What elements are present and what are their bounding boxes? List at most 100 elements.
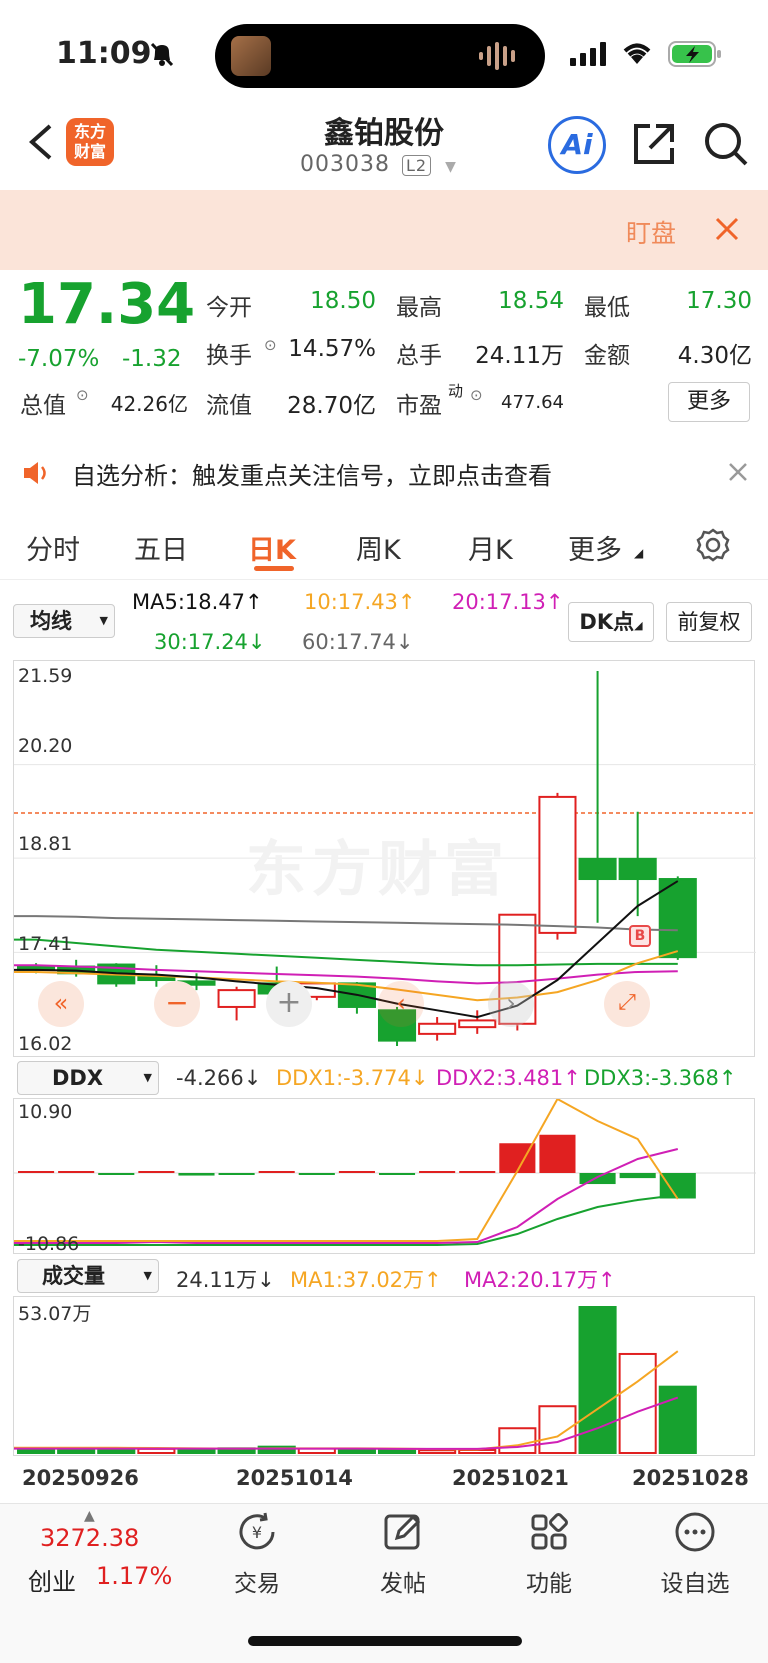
ma20-legend: 20:17.13↑ [452, 590, 564, 614]
volume-indicator-label: 成交量 [42, 1264, 105, 1288]
tab-weekly-k[interactable]: 周K [356, 528, 401, 567]
ma60-line [14, 915, 678, 932]
zoom-out-button[interactable]: − [154, 981, 200, 1027]
volume-bar [538, 1405, 577, 1454]
index-widget[interactable]: ▲ 3272.38 创业 1.17% [24, 1508, 184, 1598]
index-percent: 1.17% [96, 1562, 173, 1590]
level-badge: L2 [401, 154, 432, 176]
volume-axis-top: 53.07万 [18, 1303, 92, 1325]
speaker-icon [22, 460, 52, 490]
nav-trade[interactable]: ¥ 交易 [202, 1510, 312, 1598]
stock-code-text: 003038 [300, 152, 390, 177]
nav-add-watchlist-label: 设自选 [660, 1571, 730, 1597]
info-icon[interactable]: ⊙ [264, 336, 277, 354]
high-value: 18.54 [498, 288, 564, 314]
ddx-indicator-select[interactable]: DDX ▼ [17, 1061, 159, 1095]
tab-intraday[interactable]: 分时 [26, 528, 80, 567]
battery-charging-icon [668, 40, 724, 72]
candle-body [217, 989, 256, 1008]
next-button[interactable]: › [488, 981, 534, 1027]
watch-button[interactable]: 盯盘 [626, 214, 676, 250]
price-axis-label: 17.41 [18, 933, 73, 955]
kline-panel: 东方财富 21.59 20.20 18.81 17.41 16.02 B « −… [13, 660, 756, 1057]
active-tab-indicator [254, 566, 294, 571]
tab-daily-k[interactable]: 日K [248, 528, 296, 567]
volume-indicator-select[interactable]: 成交量 ▼ [17, 1259, 159, 1293]
pe-value: 477.64 [501, 392, 564, 413]
scroll-left-button[interactable]: « [38, 981, 84, 1027]
nav-functions[interactable]: 功能 [494, 1510, 604, 1598]
ma-indicator-select[interactable]: 均线 ▼ [13, 604, 115, 638]
ddx-line [14, 1099, 679, 1242]
tab-more[interactable]: 更多 [568, 528, 622, 567]
prev-button[interactable]: ‹ [378, 981, 424, 1027]
close-icon[interactable] [714, 216, 740, 246]
search-icon[interactable] [702, 120, 750, 172]
fullscreen-button[interactable]: ⤢ [604, 981, 650, 1027]
more-dots-icon [673, 1512, 717, 1558]
nav-functions-label: 功能 [526, 1571, 572, 1597]
notice-text[interactable]: 自选分析：触发重点关注信号，立即点击查看 [72, 456, 552, 491]
open-value: 18.50 [310, 288, 376, 314]
ma5-legend: MA5:18.47↑ [132, 590, 263, 614]
close-icon[interactable] [728, 462, 748, 486]
low-label: 最低 [584, 295, 630, 321]
ddx-bar [539, 1134, 576, 1173]
ddx-bar [58, 1171, 95, 1173]
tab-five-day[interactable]: 五日 [134, 528, 188, 567]
buy-marker[interactable]: B [629, 925, 651, 947]
volume-value: 24.11万 [475, 343, 564, 369]
waveform-icon [477, 40, 521, 76]
notice-bar[interactable]: 自选分析：触发重点关注信号，立即点击查看 [0, 438, 768, 506]
chevron-down-icon: ▼ [143, 1269, 152, 1282]
date-label: 20250926 [22, 1466, 139, 1490]
last-price: 17.34 [18, 272, 196, 337]
ddx-bar [258, 1171, 295, 1173]
ddx-bar [619, 1173, 656, 1179]
home-indicator [248, 1636, 522, 1646]
ddx-axis-bottom: -10.86 [18, 1233, 80, 1255]
ma-indicator-label: 均线 [30, 609, 72, 633]
settings-gear-icon[interactable] [696, 528, 730, 566]
ddx-bar [338, 1171, 375, 1173]
more-button[interactable]: 更多 [668, 382, 750, 422]
adjust-button[interactable]: 前复权 [666, 602, 752, 642]
amount-value: 4.30亿 [677, 343, 752, 369]
volume-bar [458, 1448, 497, 1454]
ddx-line [14, 1148, 679, 1244]
ddx-panel: 10.90 -10.86 [13, 1098, 756, 1255]
price-axis-label: 16.02 [18, 1033, 73, 1055]
volume-panel: 53.07万 [13, 1296, 755, 1456]
index-value: 3272.38 [40, 1524, 140, 1552]
trade-icon: ¥ [235, 1512, 279, 1558]
ddx-bar [419, 1171, 456, 1173]
ma10-legend: 10:17.43↑ [304, 590, 416, 614]
candle-body [418, 1022, 457, 1035]
svg-text:¥: ¥ [252, 1523, 262, 1542]
chevron-down-icon: ▼ [99, 614, 108, 627]
ddx-line [14, 1194, 678, 1246]
price-axis-label: 18.81 [18, 833, 73, 855]
dk-point-button[interactable]: DK点◢ [568, 602, 654, 642]
ddx-value: -4.266↓ [176, 1066, 262, 1090]
pe-label: 市盈 [396, 393, 442, 419]
mcap-label: 总值 [20, 393, 66, 419]
info-icon[interactable]: ⊙ [470, 386, 483, 404]
nav-add-watchlist[interactable]: 设自选 [640, 1510, 750, 1598]
nav-post[interactable]: 发帖 [348, 1510, 458, 1598]
ma30-legend: 30:17.24↓ [154, 630, 266, 654]
share-icon[interactable] [630, 120, 678, 172]
volume-value: 24.11万↓ [176, 1268, 275, 1292]
volume-bar [498, 1427, 537, 1454]
ai-button[interactable]: Ai [548, 116, 606, 174]
ddx-axis-top: 10.90 [18, 1101, 73, 1123]
ddx3-legend: DDX3:-3.368↑ [584, 1066, 737, 1090]
watermark: 东方财富 [246, 835, 510, 905]
info-icon[interactable]: ⊙ [76, 386, 89, 404]
ddx-bar [659, 1173, 696, 1199]
tab-monthly-k[interactable]: 月K [468, 528, 513, 567]
zoom-in-button[interactable]: + [266, 981, 312, 1027]
volume-chart [14, 1306, 697, 1454]
chevron-down-icon[interactable]: ▼ [445, 159, 457, 175]
volume-bar [618, 1352, 657, 1454]
